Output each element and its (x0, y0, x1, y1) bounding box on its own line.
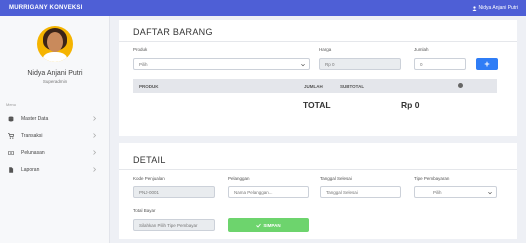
avatar (37, 26, 73, 62)
column-jumlah: JUMLAH (304, 84, 323, 89)
jumlah-value: 0 (420, 61, 423, 67)
user-menu[interactable]: Nidya Anjani Putri (472, 5, 518, 11)
kode-penjualan-field: PNJ-0001 (133, 186, 215, 198)
check-icon (256, 223, 262, 228)
chevron-right-icon (93, 167, 97, 172)
sidebar: Nidya Anjani Putri Superadmin Menu Maste… (0, 16, 110, 243)
brand-name[interactable]: MURRIGANY KONVEKSI (9, 5, 83, 11)
file-icon (7, 166, 14, 173)
sidebar-item-transaksi[interactable]: Transaksi (0, 127, 110, 144)
items-table-header: PRODUK JUMLAH SUBTOTAL (133, 79, 497, 93)
pelanggan-input[interactable]: Nama Pelanggan... (228, 186, 309, 198)
divider (119, 169, 517, 170)
database-icon (7, 115, 14, 122)
harga-value: Rp 0 (325, 61, 335, 67)
cart-icon (7, 132, 14, 139)
sidebar-item-pelunasan[interactable]: Pelunasan (0, 144, 110, 161)
chevron-down-icon (488, 191, 492, 195)
jumlah-label: Jumlah (414, 47, 429, 52)
column-subtotal: SUBTOTAL (340, 84, 365, 89)
produk-select[interactable]: Pilih (133, 58, 310, 70)
chevron-down-icon (301, 63, 305, 67)
pelanggan-label: Pelanggan (228, 176, 250, 181)
total-bayar-label: Total Bayar (133, 208, 156, 213)
daftar-barang-card (119, 20, 517, 136)
total-value: Rp 0 (401, 100, 420, 110)
kode-penjualan-label: Kode Penjualan (133, 176, 165, 181)
tipe-pembayaran-value: Pilih (433, 189, 442, 195)
total-label: TOTAL (303, 100, 331, 110)
sidebar-item-label: Laporan (21, 166, 40, 173)
total-bayar-value: Silahkan Pilih Tipe Pembayar (139, 222, 198, 228)
tanggal-selesai-label: Tanggal Selesai (320, 176, 352, 181)
action-column-icon (458, 83, 463, 88)
user-menu-name: Nidya Anjani Putri (478, 5, 518, 11)
tanggal-selesai-input[interactable]: Tanggal Selesai (320, 186, 401, 198)
total-bayar-field: Silahkan Pilih Tipe Pembayar (133, 219, 215, 231)
sidebar-item-master-data[interactable]: Master Data (0, 110, 110, 127)
detail-title: DETAIL (133, 155, 166, 165)
add-item-button[interactable]: + (476, 58, 498, 70)
chevron-right-icon (93, 116, 97, 121)
harga-field: Rp 0 (319, 58, 401, 70)
tanggal-selesai-placeholder: Tanggal Selesai (326, 189, 358, 195)
produk-label: Produk (133, 47, 148, 52)
profile-role: Superadmin (42, 79, 68, 84)
tipe-pembayaran-label: Tipe Pembayaran (414, 176, 450, 181)
menu-heading: Menu (6, 102, 17, 107)
jumlah-input[interactable]: 0 (414, 58, 466, 70)
produk-select-value: Pilih (139, 61, 148, 67)
pelanggan-placeholder: Nama Pelanggan... (234, 189, 273, 195)
sidebar-item-label: Master Data (21, 115, 49, 122)
sidebar-item-laporan[interactable]: Laporan (0, 161, 110, 178)
sidebar-menu: Master Data Transaksi Pelunasan Laporan (0, 110, 110, 178)
sidebar-item-label: Pelunasan (21, 149, 45, 156)
user-icon (472, 5, 477, 11)
tipe-pembayaran-select[interactable]: Pilih (414, 186, 497, 198)
sidebar-item-label: Transaksi (21, 132, 43, 139)
profile-name: Nidya Anjani Putri (27, 70, 83, 77)
top-navbar: MURRIGANY KONVEKSI Nidya Anjani Putri (0, 0, 526, 16)
save-button[interactable]: SIMPAN (228, 218, 309, 232)
harga-label: Harga (319, 47, 332, 52)
divider (119, 41, 517, 42)
column-produk: PRODUK (139, 84, 159, 89)
kode-penjualan-value: PNJ-0001 (139, 189, 160, 195)
daftar-barang-title: DAFTAR BARANG (133, 27, 213, 37)
chevron-right-icon (93, 133, 97, 138)
chevron-right-icon (93, 150, 97, 155)
save-button-label: SIMPAN (263, 222, 281, 228)
money-icon (7, 149, 14, 156)
